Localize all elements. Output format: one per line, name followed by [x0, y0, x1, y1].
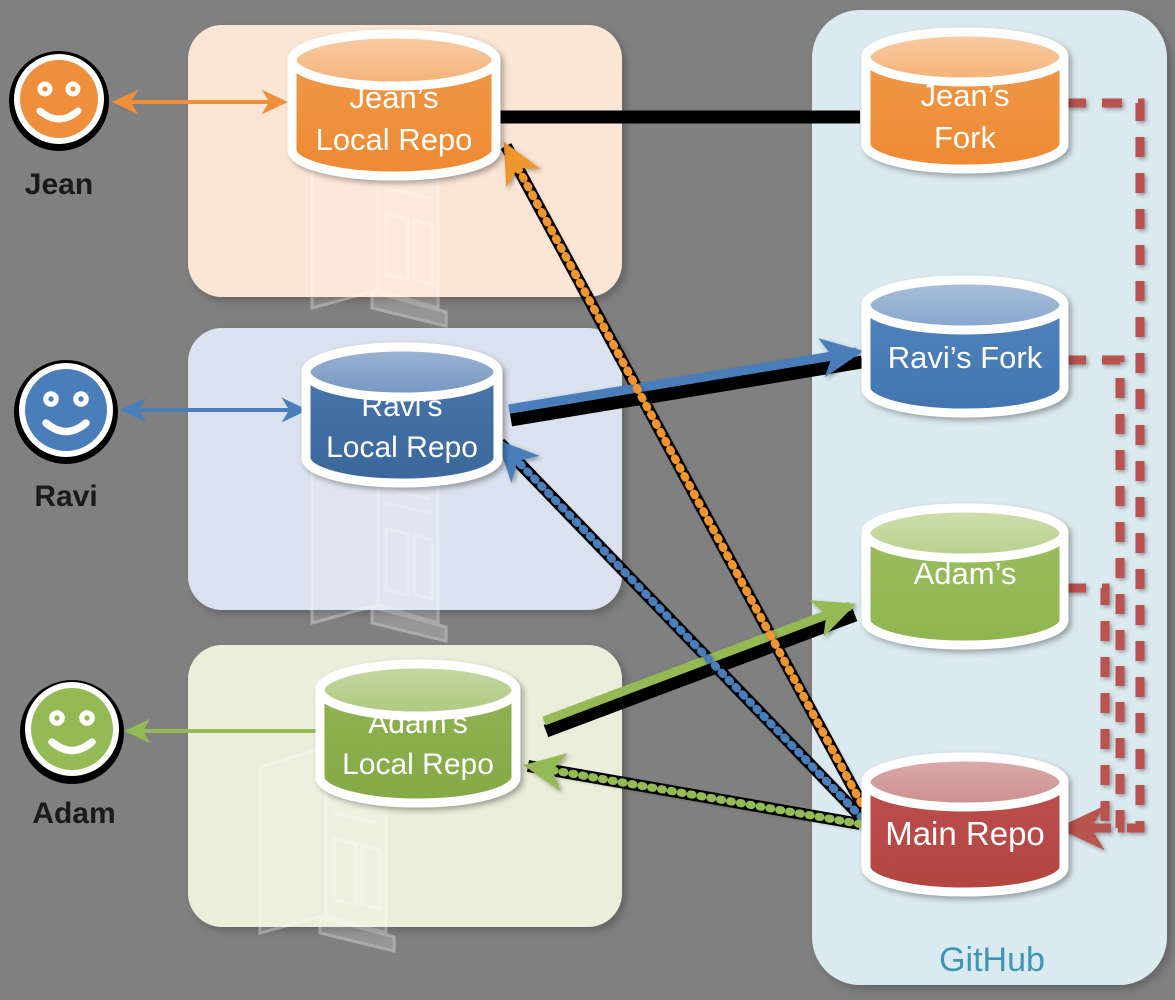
- label-github: GitHub: [939, 941, 1045, 979]
- cylinder-label-jean-local: Jean’s: [349, 80, 438, 115]
- avatar-ravi[interactable]: [14, 360, 118, 464]
- avatar-jean[interactable]: [9, 51, 109, 151]
- avatar-adam[interactable]: [20, 680, 124, 784]
- label-ravi: Ravi: [34, 480, 97, 513]
- cylinder-label-jean-local-2: Local Repo: [316, 122, 473, 157]
- cylinder-label-adam-fork: Adam’s: [914, 556, 1017, 591]
- cylinder-label-main-repo: Main Repo: [885, 815, 1045, 852]
- diagram-canvas: Jean’s Local Repo Ravi’s Local Repo Adam…: [0, 0, 1175, 1000]
- cylinder-label-ravi-fork: Ravi’s Fork: [888, 340, 1043, 375]
- cylinder-label-jean-fork: Jean’s: [920, 78, 1009, 113]
- cylinder-label-jean-fork-2: Fork: [934, 120, 997, 155]
- cylinder-label-ravi-local: Ravi’s: [361, 390, 442, 423]
- label-jean: Jean: [25, 168, 93, 201]
- cylinder-label-adam-local: Adam’s: [368, 707, 468, 740]
- cylinder-label-adam-local-2: Local Repo: [342, 748, 494, 781]
- label-adam: Adam: [32, 797, 115, 830]
- cylinder-label-ravi-local-2: Local Repo: [326, 431, 478, 464]
